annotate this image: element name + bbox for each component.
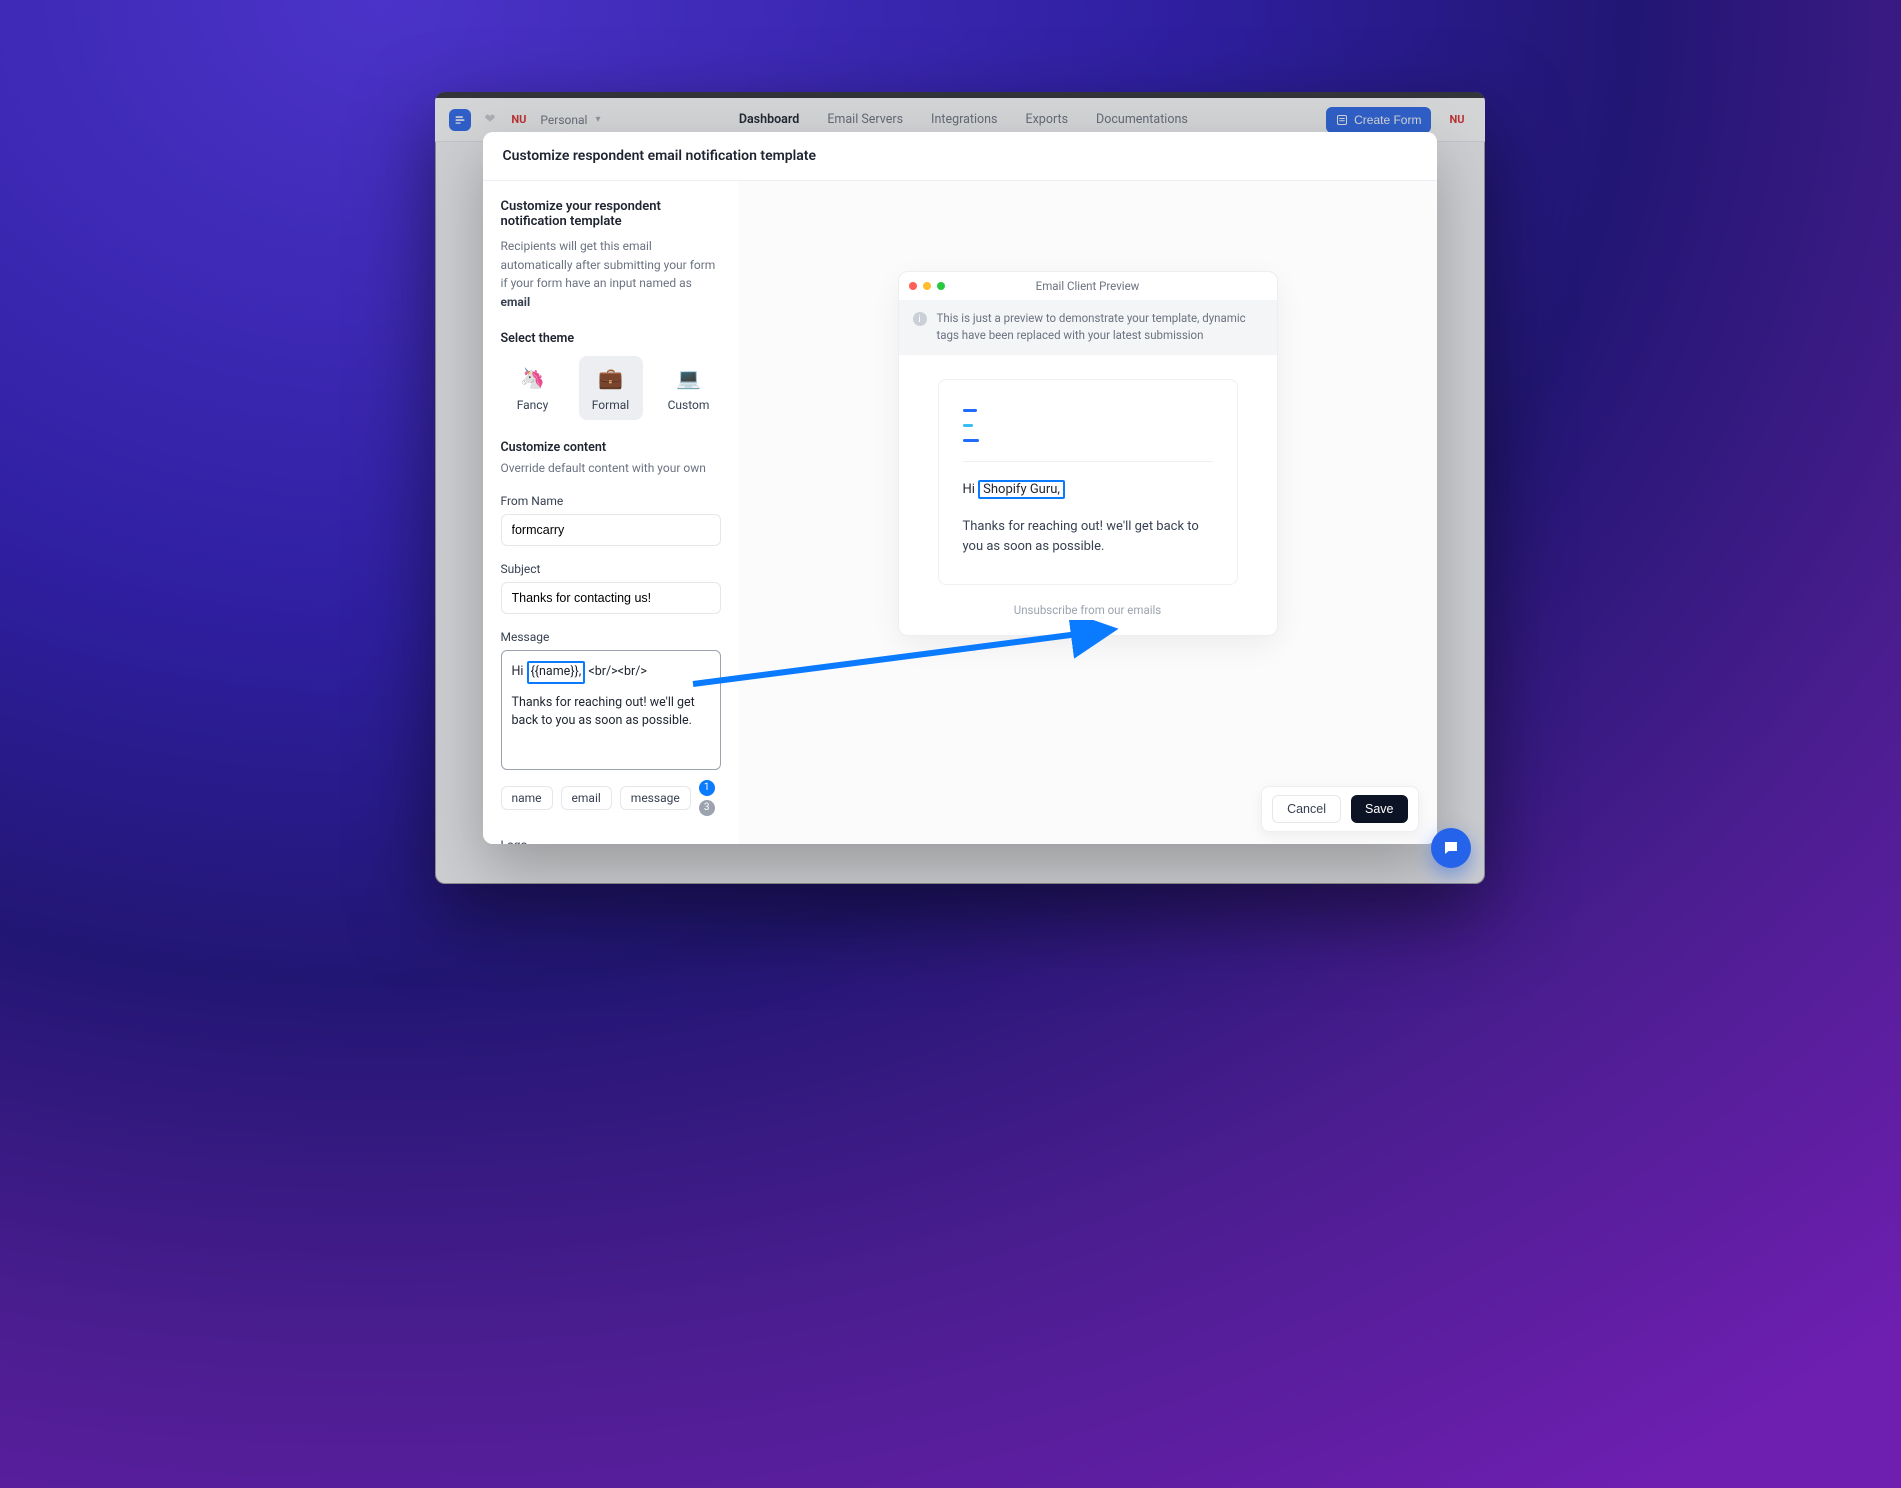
email-template-modal: Customize respondent email notification … (483, 132, 1437, 844)
email-greeting: Hi Shopify Guru, (963, 480, 1213, 499)
theme-formal[interactable]: 💼 Formal (579, 356, 643, 420)
tag-email-chip[interactable]: email (561, 786, 612, 810)
email-brand-logo (963, 402, 1213, 447)
divider (963, 461, 1213, 462)
left-description: Recipients will get this email automatic… (501, 237, 721, 311)
theme-formal-label: Formal (592, 398, 629, 412)
info-icon: i (913, 312, 927, 326)
greeting-prefix: Hi (963, 482, 979, 497)
chat-icon (1442, 839, 1460, 857)
from-name-input[interactable] (501, 514, 721, 546)
message-body: Thanks for reaching out! we'll get back … (512, 695, 695, 729)
smart-tags-count-badge: 1 (699, 780, 715, 796)
preview-note: i This is just a preview to demonstrate … (899, 300, 1277, 355)
message-prefix: Hi (512, 664, 527, 679)
customize-content-label: Customize content (501, 440, 721, 455)
theme-picker: 🦄 Fancy 💼 Formal 💻 Custom (501, 356, 721, 420)
briefcase-icon: 💼 (583, 366, 639, 390)
modal-left-panel: Customize your respondent notification t… (483, 181, 739, 844)
message-tag-highlight: {{name}}, (527, 661, 586, 684)
left-description-text: Recipients will get this email automatic… (501, 239, 716, 290)
tag-message-chip[interactable]: message (620, 786, 691, 810)
message-label: Message (501, 630, 721, 644)
theme-fancy-label: Fancy (517, 398, 549, 412)
smart-tag-chips: name email message 1 3 (501, 780, 721, 816)
email-preview-window: Email Client Preview i This is just a pr… (898, 271, 1278, 636)
cancel-button[interactable]: Cancel (1272, 795, 1341, 823)
subject-input[interactable] (501, 582, 721, 614)
laptop-icon: 💻 (661, 366, 717, 390)
unicorn-icon: 🦄 (505, 366, 561, 390)
customize-content-sub: Override default content with your own (501, 459, 721, 478)
save-button[interactable]: Save (1351, 795, 1408, 823)
preview-note-text: This is just a preview to demonstrate yo… (937, 310, 1263, 345)
theme-custom[interactable]: 💻 Custom (657, 356, 721, 420)
modal-footer: Cancel Save (1261, 786, 1418, 832)
intercom-launcher[interactable] (1431, 828, 1471, 868)
unsubscribe-link[interactable]: Unsubscribe from our emails (899, 603, 1277, 617)
left-heading: Customize your respondent notification t… (501, 199, 721, 229)
email-card: Hi Shopify Guru, Thanks for reaching out… (938, 379, 1238, 586)
email-body: Thanks for reaching out! we'll get back … (963, 517, 1213, 559)
subject-label: Subject (501, 562, 721, 576)
preview-titlebar: Email Client Preview (899, 272, 1277, 300)
smart-tags-more-badge[interactable]: 3 (699, 800, 715, 816)
theme-custom-label: Custom (668, 398, 710, 412)
logo-label: Logo (501, 838, 721, 844)
left-description-strong: email (501, 295, 531, 309)
from-name-label: From Name (501, 494, 721, 508)
greeting-highlight: Shopify Guru, (978, 480, 1065, 499)
modal-title: Customize respondent email notification … (483, 132, 1437, 181)
preview-title: Email Client Preview (899, 279, 1277, 293)
tag-name-chip[interactable]: name (501, 786, 553, 810)
select-theme-label: Select theme (501, 331, 721, 346)
theme-fancy[interactable]: 🦄 Fancy (501, 356, 565, 420)
message-suffix: <br/><br/> (585, 664, 647, 679)
message-textarea[interactable]: Hi {{name}}, <br/><br/> Thanks for reach… (501, 650, 721, 770)
modal-right-panel: Email Client Preview i This is just a pr… (739, 181, 1437, 844)
app-window: ❤ NU Personal ▾ Dashboard Email Servers … (435, 92, 1485, 884)
